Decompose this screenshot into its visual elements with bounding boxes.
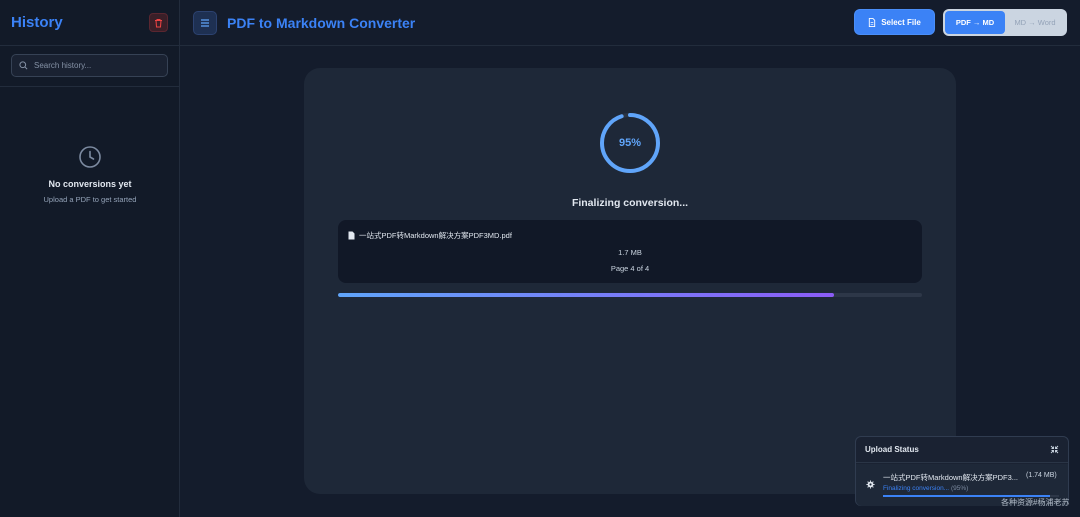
upload-status-panel: Upload Status 一站式PDF转Markdown解决方案PDF3...… (855, 436, 1069, 506)
upload-file-size: (1.74 MB) (1026, 472, 1057, 479)
upload-percent: (95%) (950, 485, 969, 492)
upload-status-title: Upload Status (865, 445, 919, 454)
conversion-status: Finalizing conversion... (571, 197, 689, 209)
history-sidebar: History No conversions yet Upload a PDF … (0, 0, 180, 517)
mode-md-to-word[interactable]: MD → Word (1005, 11, 1065, 34)
search-box[interactable] (11, 54, 168, 77)
top-bar: PDF to Markdown Converter Select File PD… (180, 0, 1080, 46)
collapse-icon[interactable] (1050, 445, 1059, 454)
file-info-box: 一站式PDF转Markdown解决方案PDF3MD.pdf 1.7 MB Pag… (338, 220, 922, 283)
file-icon (869, 17, 876, 27)
upload-status-header: Upload Status (856, 437, 1068, 463)
clear-history-button[interactable] (149, 13, 168, 32)
page-info: Page 4 of 4 (610, 264, 650, 273)
menu-button[interactable] (193, 10, 217, 35)
file-name-row: 一站式PDF转Markdown解决方案PDF3MD.pdf (348, 230, 512, 241)
search-icon (19, 61, 28, 70)
hamburger-icon (201, 18, 209, 27)
watermark: 各种资源#杨浦老苏 (1001, 498, 1070, 507)
progress-percent: 95% (618, 137, 642, 149)
conversion-progress-bar (338, 293, 922, 297)
conversion-card: 95% Finalizing conversion... 一站式PDF转Mark… (304, 68, 956, 494)
clock-icon (79, 146, 101, 168)
sidebar-header: History (0, 0, 179, 46)
upload-status-text: Finalizing conversion... (883, 485, 950, 492)
search-history-input[interactable] (34, 61, 154, 70)
select-file-label: Select File (881, 17, 921, 27)
document-icon (348, 231, 355, 240)
trash-icon (155, 18, 162, 27)
file-size: 1.7 MB (618, 248, 642, 257)
sidebar-title: History (11, 14, 63, 31)
upload-file-name: 一站式PDF转Markdown解决方案PDF3... (883, 473, 1019, 482)
empty-history-state: No conversions yet Upload a PDF to get s… (0, 145, 180, 204)
mode-pdf-to-md[interactable]: PDF → MD (945, 11, 1005, 34)
empty-history-subtitle: Upload a PDF to get started (43, 195, 137, 204)
conversion-progress-fill (338, 293, 835, 297)
search-container (0, 46, 179, 87)
gear-icon (866, 480, 875, 489)
empty-history-title: No conversions yet (48, 179, 132, 189)
select-file-button[interactable]: Select File (855, 10, 934, 34)
app-title: PDF to Markdown Converter (227, 14, 416, 31)
conversion-mode-toggle: PDF → MD MD → Word (943, 9, 1067, 36)
upload-status-line: Finalizing conversion... (95%) (883, 485, 968, 492)
file-name: 一站式PDF转Markdown解决方案PDF3MD.pdf (359, 231, 512, 240)
